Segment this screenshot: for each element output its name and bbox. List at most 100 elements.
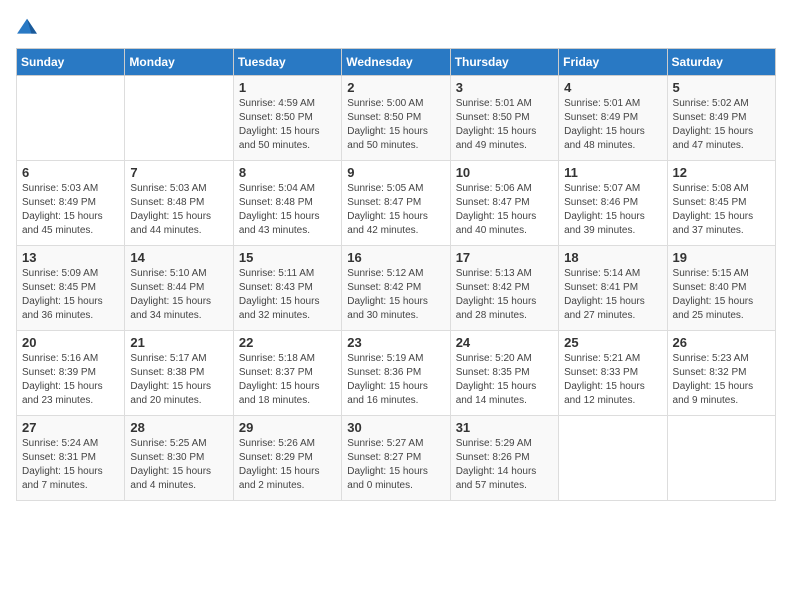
calendar-cell: 31 Sunrise: 5:29 AM Sunset: 8:26 PM Dayli… bbox=[450, 416, 558, 501]
week-row-2: 13Sunrise: 5:09 AM Sunset: 8:45 PM Dayli… bbox=[17, 246, 776, 331]
calendar-cell: 5 Sunrise: 5:02 AM Sunset: 8:49 PM Daylig… bbox=[667, 76, 775, 161]
calendar-table: SundayMondayTuesdayWednesdayThursdayFrid… bbox=[16, 48, 776, 501]
day-info: Sunrise: 5:06 AM Sunset: 8:47 PM Dayligh… bbox=[456, 182, 553, 238]
day-number: 11 bbox=[564, 165, 661, 180]
day-number: 12 bbox=[673, 165, 770, 180]
week-row-3: 20 Sunrise: 5:16 AM Sunset: 8:39 PM Dayli… bbox=[17, 331, 776, 416]
day-info: Sunrise: 5:02 AM Sunset: 8:49 PM Dayligh… bbox=[673, 97, 770, 153]
calendar-cell: 9 Sunrise: 5:05 AM Sunset: 8:47 PM Daylig… bbox=[342, 161, 450, 246]
day-number: 5 bbox=[673, 80, 770, 95]
day-number: 21 bbox=[130, 335, 227, 350]
day-info: Sunrise: 5:15 AM Sunset: 8:40 PM Dayligh… bbox=[673, 267, 770, 323]
day-info: Sunrise: 5:24 AM Sunset: 8:31 PM Dayligh… bbox=[22, 437, 119, 493]
day-number: 31 bbox=[456, 420, 553, 435]
calendar-cell: 15 Sunrise: 5:11 AM Sunset: 8:43 PM Dayli… bbox=[233, 246, 341, 331]
calendar-cell: 29 Sunrise: 5:26 AM Sunset: 8:29 PM Dayli… bbox=[233, 416, 341, 501]
day-number: 16 bbox=[347, 250, 444, 265]
calendar-cell bbox=[125, 76, 233, 161]
header-saturday: Saturday bbox=[667, 49, 775, 76]
day-number: 10 bbox=[456, 165, 553, 180]
calendar-cell: 30 Sunrise: 5:27 AM Sunset: 8:27 PM Dayli… bbox=[342, 416, 450, 501]
day-number: 6 bbox=[22, 165, 119, 180]
day-info: Sunrise: 5:20 AM Sunset: 8:35 PM Dayligh… bbox=[456, 352, 553, 408]
day-number: 23 bbox=[347, 335, 444, 350]
logo-icon bbox=[16, 16, 38, 38]
day-number: 14 bbox=[130, 250, 227, 265]
day-number: 15 bbox=[239, 250, 336, 265]
day-info: Sunrise: 5:03 AM Sunset: 8:48 PM Dayligh… bbox=[130, 182, 227, 238]
week-row-0: 1Sunrise: 4:59 AM Sunset: 8:50 PM Daylig… bbox=[17, 76, 776, 161]
day-info: Sunrise: 5:00 AM Sunset: 8:50 PM Dayligh… bbox=[347, 97, 444, 153]
calendar-cell: 19 Sunrise: 5:15 AM Sunset: 8:40 PM Dayli… bbox=[667, 246, 775, 331]
day-number: 17 bbox=[456, 250, 553, 265]
day-number: 29 bbox=[239, 420, 336, 435]
calendar-cell: 13Sunrise: 5:09 AM Sunset: 8:45 PM Dayli… bbox=[17, 246, 125, 331]
week-row-1: 6 Sunrise: 5:03 AM Sunset: 8:49 PM Daylig… bbox=[17, 161, 776, 246]
calendar-cell: 18Sunrise: 5:14 AM Sunset: 8:41 PM Dayli… bbox=[559, 246, 667, 331]
day-number: 30 bbox=[347, 420, 444, 435]
day-number: 2 bbox=[347, 80, 444, 95]
day-info: Sunrise: 5:23 AM Sunset: 8:32 PM Dayligh… bbox=[673, 352, 770, 408]
calendar-cell: 26 Sunrise: 5:23 AM Sunset: 8:32 PM Dayli… bbox=[667, 331, 775, 416]
calendar-cell: 17 Sunrise: 5:13 AM Sunset: 8:42 PM Dayli… bbox=[450, 246, 558, 331]
calendar-cell: 25 Sunrise: 5:21 AM Sunset: 8:33 PM Dayli… bbox=[559, 331, 667, 416]
calendar-cell: 23Sunrise: 5:19 AM Sunset: 8:36 PM Dayli… bbox=[342, 331, 450, 416]
calendar-cell bbox=[559, 416, 667, 501]
day-info: Sunrise: 5:16 AM Sunset: 8:39 PM Dayligh… bbox=[22, 352, 119, 408]
calendar-cell: 27 Sunrise: 5:24 AM Sunset: 8:31 PM Dayli… bbox=[17, 416, 125, 501]
calendar-cell: 7 Sunrise: 5:03 AM Sunset: 8:48 PM Daylig… bbox=[125, 161, 233, 246]
calendar-cell bbox=[667, 416, 775, 501]
day-info: Sunrise: 5:12 AM Sunset: 8:42 PM Dayligh… bbox=[347, 267, 444, 323]
day-info: Sunrise: 5:13 AM Sunset: 8:42 PM Dayligh… bbox=[456, 267, 553, 323]
day-info: Sunrise: 5:29 AM Sunset: 8:26 PM Dayligh… bbox=[456, 437, 553, 493]
day-number: 27 bbox=[22, 420, 119, 435]
calendar-cell: 14Sunrise: 5:10 AM Sunset: 8:44 PM Dayli… bbox=[125, 246, 233, 331]
calendar-cell: 28 Sunrise: 5:25 AM Sunset: 8:30 PM Dayli… bbox=[125, 416, 233, 501]
calendar-cell: 22Sunrise: 5:18 AM Sunset: 8:37 PM Dayli… bbox=[233, 331, 341, 416]
calendar-cell bbox=[17, 76, 125, 161]
day-info: Sunrise: 5:11 AM Sunset: 8:43 PM Dayligh… bbox=[239, 267, 336, 323]
calendar-cell: 21 Sunrise: 5:17 AM Sunset: 8:38 PM Dayli… bbox=[125, 331, 233, 416]
day-info: Sunrise: 5:09 AM Sunset: 8:45 PM Dayligh… bbox=[22, 267, 119, 323]
day-number: 7 bbox=[130, 165, 227, 180]
day-info: Sunrise: 4:59 AM Sunset: 8:50 PM Dayligh… bbox=[239, 97, 336, 153]
day-number: 4 bbox=[564, 80, 661, 95]
day-info: Sunrise: 5:25 AM Sunset: 8:30 PM Dayligh… bbox=[130, 437, 227, 493]
day-info: Sunrise: 5:04 AM Sunset: 8:48 PM Dayligh… bbox=[239, 182, 336, 238]
page-header bbox=[16, 16, 776, 38]
calendar-cell: 20 Sunrise: 5:16 AM Sunset: 8:39 PM Dayli… bbox=[17, 331, 125, 416]
day-info: Sunrise: 5:21 AM Sunset: 8:33 PM Dayligh… bbox=[564, 352, 661, 408]
day-info: Sunrise: 5:05 AM Sunset: 8:47 PM Dayligh… bbox=[347, 182, 444, 238]
calendar-cell: 12Sunrise: 5:08 AM Sunset: 8:45 PM Dayli… bbox=[667, 161, 775, 246]
day-number: 19 bbox=[673, 250, 770, 265]
header-sunday: Sunday bbox=[17, 49, 125, 76]
day-number: 25 bbox=[564, 335, 661, 350]
day-info: Sunrise: 5:14 AM Sunset: 8:41 PM Dayligh… bbox=[564, 267, 661, 323]
day-info: Sunrise: 5:17 AM Sunset: 8:38 PM Dayligh… bbox=[130, 352, 227, 408]
day-number: 20 bbox=[22, 335, 119, 350]
calendar-cell: 8 Sunrise: 5:04 AM Sunset: 8:48 PM Daylig… bbox=[233, 161, 341, 246]
week-row-4: 27 Sunrise: 5:24 AM Sunset: 8:31 PM Dayli… bbox=[17, 416, 776, 501]
header-monday: Monday bbox=[125, 49, 233, 76]
day-info: Sunrise: 5:01 AM Sunset: 8:49 PM Dayligh… bbox=[564, 97, 661, 153]
calendar-cell: 10 Sunrise: 5:06 AM Sunset: 8:47 PM Dayli… bbox=[450, 161, 558, 246]
day-number: 26 bbox=[673, 335, 770, 350]
day-info: Sunrise: 5:26 AM Sunset: 8:29 PM Dayligh… bbox=[239, 437, 336, 493]
day-info: Sunrise: 5:27 AM Sunset: 8:27 PM Dayligh… bbox=[347, 437, 444, 493]
calendar-cell: 1Sunrise: 4:59 AM Sunset: 8:50 PM Daylig… bbox=[233, 76, 341, 161]
day-number: 8 bbox=[239, 165, 336, 180]
day-number: 22 bbox=[239, 335, 336, 350]
day-number: 28 bbox=[130, 420, 227, 435]
header-friday: Friday bbox=[559, 49, 667, 76]
header-wednesday: Wednesday bbox=[342, 49, 450, 76]
calendar-cell: 6 Sunrise: 5:03 AM Sunset: 8:49 PM Daylig… bbox=[17, 161, 125, 246]
day-info: Sunrise: 5:01 AM Sunset: 8:50 PM Dayligh… bbox=[456, 97, 553, 153]
day-number: 3 bbox=[456, 80, 553, 95]
calendar-header-row: SundayMondayTuesdayWednesdayThursdayFrid… bbox=[17, 49, 776, 76]
calendar-cell: 4 Sunrise: 5:01 AM Sunset: 8:49 PM Daylig… bbox=[559, 76, 667, 161]
day-number: 24 bbox=[456, 335, 553, 350]
day-info: Sunrise: 5:03 AM Sunset: 8:49 PM Dayligh… bbox=[22, 182, 119, 238]
calendar-cell: 2 Sunrise: 5:00 AM Sunset: 8:50 PM Daylig… bbox=[342, 76, 450, 161]
calendar-cell: 11Sunrise: 5:07 AM Sunset: 8:46 PM Dayli… bbox=[559, 161, 667, 246]
day-number: 9 bbox=[347, 165, 444, 180]
